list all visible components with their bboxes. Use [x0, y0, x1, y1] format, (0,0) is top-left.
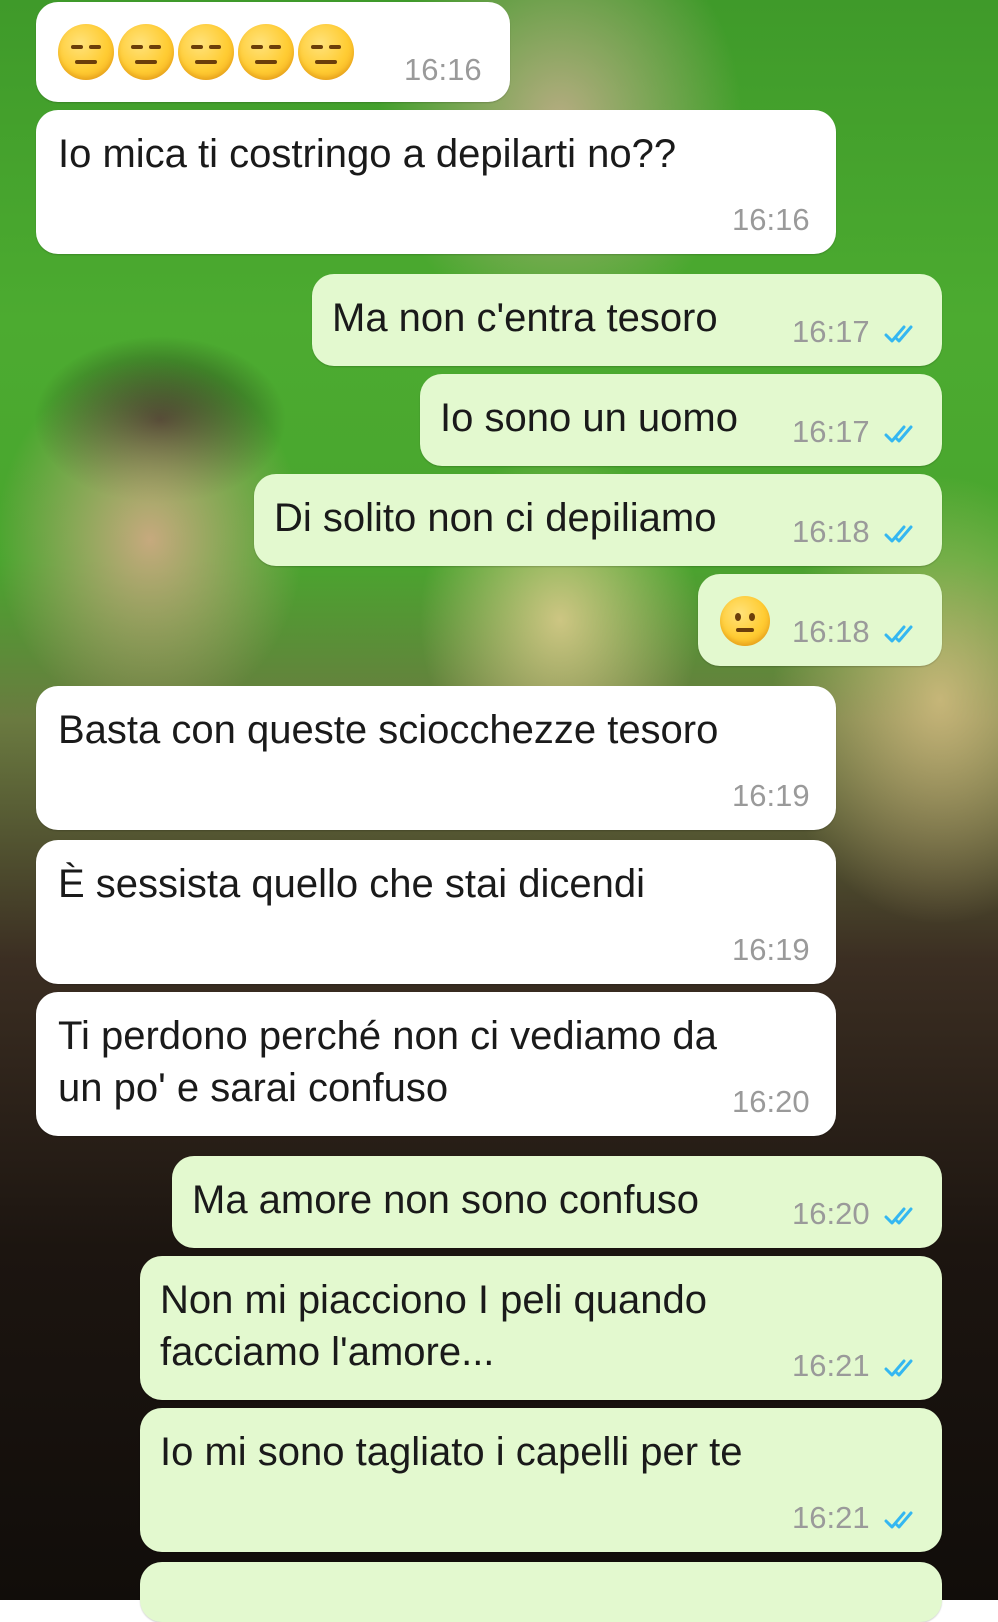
message-bubble-incoming[interactable]: Ti perdono perché non ci vediamo da un p… — [36, 992, 836, 1136]
message-bubble-outgoing[interactable]: Di solito non ci depiliamo 16:18 — [254, 474, 942, 566]
message-bubble-outgoing-partial[interactable] — [140, 1562, 942, 1622]
message-bubble-incoming[interactable]: Basta con queste sciocchezze tesoro 16:1… — [36, 686, 836, 830]
message-bubble-outgoing[interactable]: Io sono un uomo 16:17 — [420, 374, 942, 466]
read-receipt-icon — [884, 1207, 913, 1225]
message-bubble-outgoing[interactable]: Ma amore non sono confuso 16:20 — [172, 1156, 942, 1248]
message-text: Basta con queste sciocchezze tesoro — [58, 708, 719, 752]
message-text: Ma non c'entra tesoro — [332, 296, 718, 340]
message-text: Ma amore non sono confuso — [192, 1178, 699, 1222]
message-text-line: Ti perdono perché non ci vediamo da — [58, 1014, 717, 1058]
neutral-face-icon — [720, 596, 770, 646]
expressionless-face-icon — [118, 24, 174, 80]
message-timestamp: 16:20 — [792, 1196, 870, 1231]
message-bubble-outgoing[interactable]: 16:18 — [698, 574, 942, 666]
expressionless-face-icon — [58, 24, 114, 80]
message-bubble-outgoing[interactable]: Io mi sono tagliato i capelli per te 16:… — [140, 1408, 942, 1552]
message-text: Di solito non ci depiliamo — [274, 496, 717, 540]
message-timestamp: 16:20 — [732, 1084, 810, 1119]
message-text: Io mica ti costringo a depilarti no?? — [58, 132, 677, 176]
message-timestamp: 16:21 — [792, 1500, 870, 1535]
message-bubble-outgoing[interactable]: Non mi piacciono I peli quando facciamo … — [140, 1256, 942, 1400]
read-receipt-icon — [884, 325, 913, 343]
message-timestamp: 16:16 — [732, 202, 810, 237]
message-bubble-incoming[interactable]: Io mica ti costringo a depilarti no?? 16… — [36, 110, 836, 254]
message-timestamp: 16:19 — [732, 932, 810, 967]
message-text-line: un po' e sarai confuso — [58, 1066, 449, 1110]
expressionless-face-icon — [178, 24, 234, 80]
message-text-line: facciamo l'amore... — [160, 1330, 495, 1374]
read-receipt-icon — [884, 425, 913, 443]
expressionless-face-icon — [298, 24, 354, 80]
message-bubble-incoming[interactable]: 16:16 — [36, 2, 510, 102]
message-timestamp: 16:18 — [792, 614, 870, 649]
read-receipt-icon — [884, 1511, 913, 1529]
message-timestamp: 16:18 — [792, 514, 870, 549]
chat-message-list[interactable]: 16:16 Io mica ti costringo a depilarti n… — [0, 0, 998, 1622]
message-timestamp: 16:21 — [792, 1348, 870, 1383]
message-text: Io mi sono tagliato i capelli per te — [160, 1430, 743, 1474]
message-timestamp: 16:17 — [792, 414, 870, 449]
message-timestamp: 16:17 — [792, 314, 870, 349]
read-receipt-icon — [884, 625, 913, 643]
expressionless-face-icon — [238, 24, 294, 80]
message-bubble-outgoing[interactable]: Ma non c'entra tesoro 16:17 — [312, 274, 942, 366]
message-timestamp: 16:16 — [404, 52, 482, 87]
read-receipt-icon — [884, 525, 913, 543]
message-bubble-incoming[interactable]: È sessista quello che stai dicendi 16:19 — [36, 840, 836, 984]
message-text-line: Non mi piacciono I peli quando — [160, 1278, 708, 1322]
read-receipt-icon — [884, 1359, 913, 1377]
message-timestamp: 16:19 — [732, 778, 810, 813]
message-text: È sessista quello che stai dicendi — [58, 862, 645, 906]
message-text: Io sono un uomo — [440, 396, 738, 440]
